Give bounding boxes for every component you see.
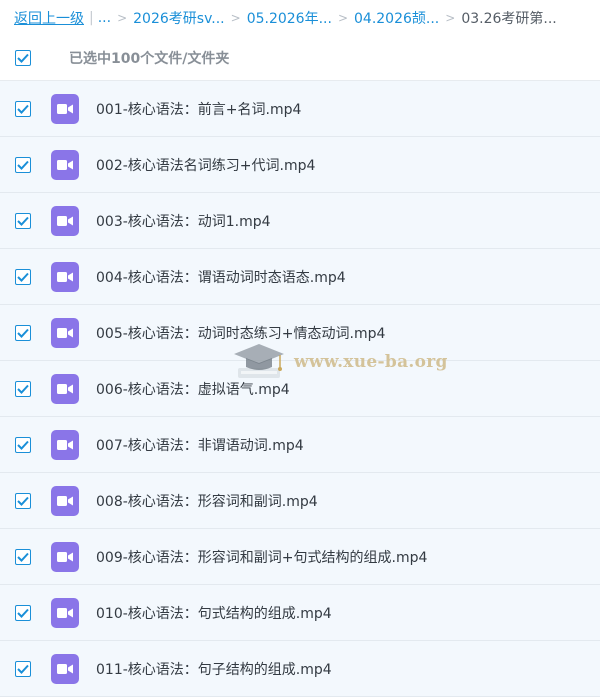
video-file-icon: [51, 597, 79, 628]
video-file-icon: [51, 429, 79, 460]
checkmark-icon: [17, 664, 29, 674]
file-name[interactable]: 011-核心语法：句子结构的组成.mp4: [96, 659, 332, 679]
row-checkbox[interactable]: [15, 604, 31, 621]
file-row[interactable]: 001-核心语法：前言+名词.mp4: [0, 81, 600, 137]
breadcrumb-separator: >: [117, 11, 128, 25]
checkmark-icon: [17, 552, 29, 562]
checkmark-icon: [17, 160, 29, 170]
video-camera-icon: [57, 383, 73, 394]
checkmark-icon: [17, 53, 29, 63]
row-checkbox[interactable]: [15, 436, 31, 453]
checkmark-icon: [17, 328, 29, 338]
file-name[interactable]: 002-核心语法名词练习+代词.mp4: [96, 155, 315, 175]
checkmark-icon: [17, 216, 29, 226]
file-row[interactable]: 007-核心语法：非谓语动词.mp4: [0, 417, 600, 473]
selection-count-label: 已选中100个文件/文件夹: [69, 51, 230, 67]
back-link[interactable]: 返回上一级: [14, 8, 84, 28]
file-row[interactable]: 002-核心语法名词练习+代词.mp4: [0, 137, 600, 193]
file-name[interactable]: 010-核心语法：句式结构的组成.mp4: [96, 603, 332, 623]
breadcrumb-item[interactable]: 05.2026年...: [247, 8, 332, 28]
video-camera-icon: [57, 439, 73, 450]
video-camera-icon: [57, 607, 73, 618]
video-camera-icon: [57, 327, 73, 338]
file-name[interactable]: 008-核心语法：形容词和副词.mp4: [96, 491, 318, 511]
row-checkbox[interactable]: [15, 212, 31, 229]
file-row[interactable]: 008-核心语法：形容词和副词.mp4: [0, 473, 600, 529]
checkmark-icon: [17, 608, 29, 618]
row-checkbox[interactable]: [15, 100, 31, 117]
file-name[interactable]: 007-核心语法：非谓语动词.mp4: [96, 435, 304, 455]
file-row[interactable]: 005-核心语法：动词时态练习+情态动词.mp4: [0, 305, 600, 361]
file-name[interactable]: 004-核心语法：谓语动词时态语态.mp4: [96, 267, 346, 287]
row-checkbox[interactable]: [15, 268, 31, 285]
file-row[interactable]: 003-核心语法：动词1.mp4: [0, 193, 600, 249]
video-file-icon: [51, 93, 79, 124]
video-file-icon: [51, 149, 79, 180]
video-camera-icon: [57, 215, 73, 226]
breadcrumb-divider: |: [89, 10, 94, 26]
video-file-icon: [51, 317, 79, 348]
breadcrumb-current: 03.26考研第...: [461, 11, 557, 27]
file-list: 001-核心语法：前言+名词.mp4 002-核心语法名词练习+代词.mp4 003…: [0, 81, 600, 697]
file-row[interactable]: 006-核心语法：虚拟语气.mp4: [0, 361, 600, 417]
video-file-icon: [51, 485, 79, 516]
video-file-icon: [51, 541, 79, 572]
breadcrumb-item[interactable]: 04.2026颉...: [354, 8, 439, 28]
file-name[interactable]: 005-核心语法：动词时态练习+情态动词.mp4: [96, 323, 385, 343]
breadcrumb: 返回上一级 | ... > 2026考研sv... > 05.2026年... …: [0, 0, 600, 36]
checkmark-icon: [17, 104, 29, 114]
row-checkbox[interactable]: [15, 156, 31, 173]
breadcrumb-separator: >: [337, 11, 348, 25]
checkmark-icon: [17, 496, 29, 506]
checkmark-icon: [17, 440, 29, 450]
breadcrumb-separator: >: [230, 11, 241, 25]
breadcrumb-separator: >: [445, 11, 456, 25]
file-row[interactable]: 010-核心语法：句式结构的组成.mp4: [0, 585, 600, 641]
file-row[interactable]: 009-核心语法：形容词和副词+句式结构的组成.mp4: [0, 529, 600, 585]
row-checkbox[interactable]: [15, 492, 31, 509]
row-checkbox[interactable]: [15, 548, 31, 565]
checkmark-icon: [17, 384, 29, 394]
video-camera-icon: [57, 663, 73, 674]
file-name[interactable]: 006-核心语法：虚拟语气.mp4: [96, 379, 290, 399]
file-row[interactable]: 011-核心语法：句子结构的组成.mp4: [0, 641, 600, 697]
video-camera-icon: [57, 495, 73, 506]
file-name[interactable]: 001-核心语法：前言+名词.mp4: [96, 99, 301, 119]
video-camera-icon: [57, 103, 73, 114]
video-camera-icon: [57, 551, 73, 562]
row-checkbox[interactable]: [15, 380, 31, 397]
checkmark-icon: [17, 272, 29, 282]
selection-bar: 已选中100个文件/文件夹: [0, 36, 600, 81]
breadcrumb-item[interactable]: 2026考研sv...: [133, 8, 224, 28]
file-name[interactable]: 009-核心语法：形容词和副词+句式结构的组成.mp4: [96, 547, 427, 567]
file-name[interactable]: 003-核心语法：动词1.mp4: [96, 211, 271, 231]
video-file-icon: [51, 653, 79, 684]
video-camera-icon: [57, 159, 73, 170]
select-all-checkbox[interactable]: [15, 50, 31, 66]
file-row[interactable]: 004-核心语法：谓语动词时态语态.mp4: [0, 249, 600, 305]
video-camera-icon: [57, 271, 73, 282]
row-checkbox[interactable]: [15, 324, 31, 341]
video-file-icon: [51, 373, 79, 404]
video-file-icon: [51, 261, 79, 292]
breadcrumb-ellipsis[interactable]: ...: [98, 10, 111, 26]
video-file-icon: [51, 205, 79, 236]
row-checkbox[interactable]: [15, 660, 31, 677]
